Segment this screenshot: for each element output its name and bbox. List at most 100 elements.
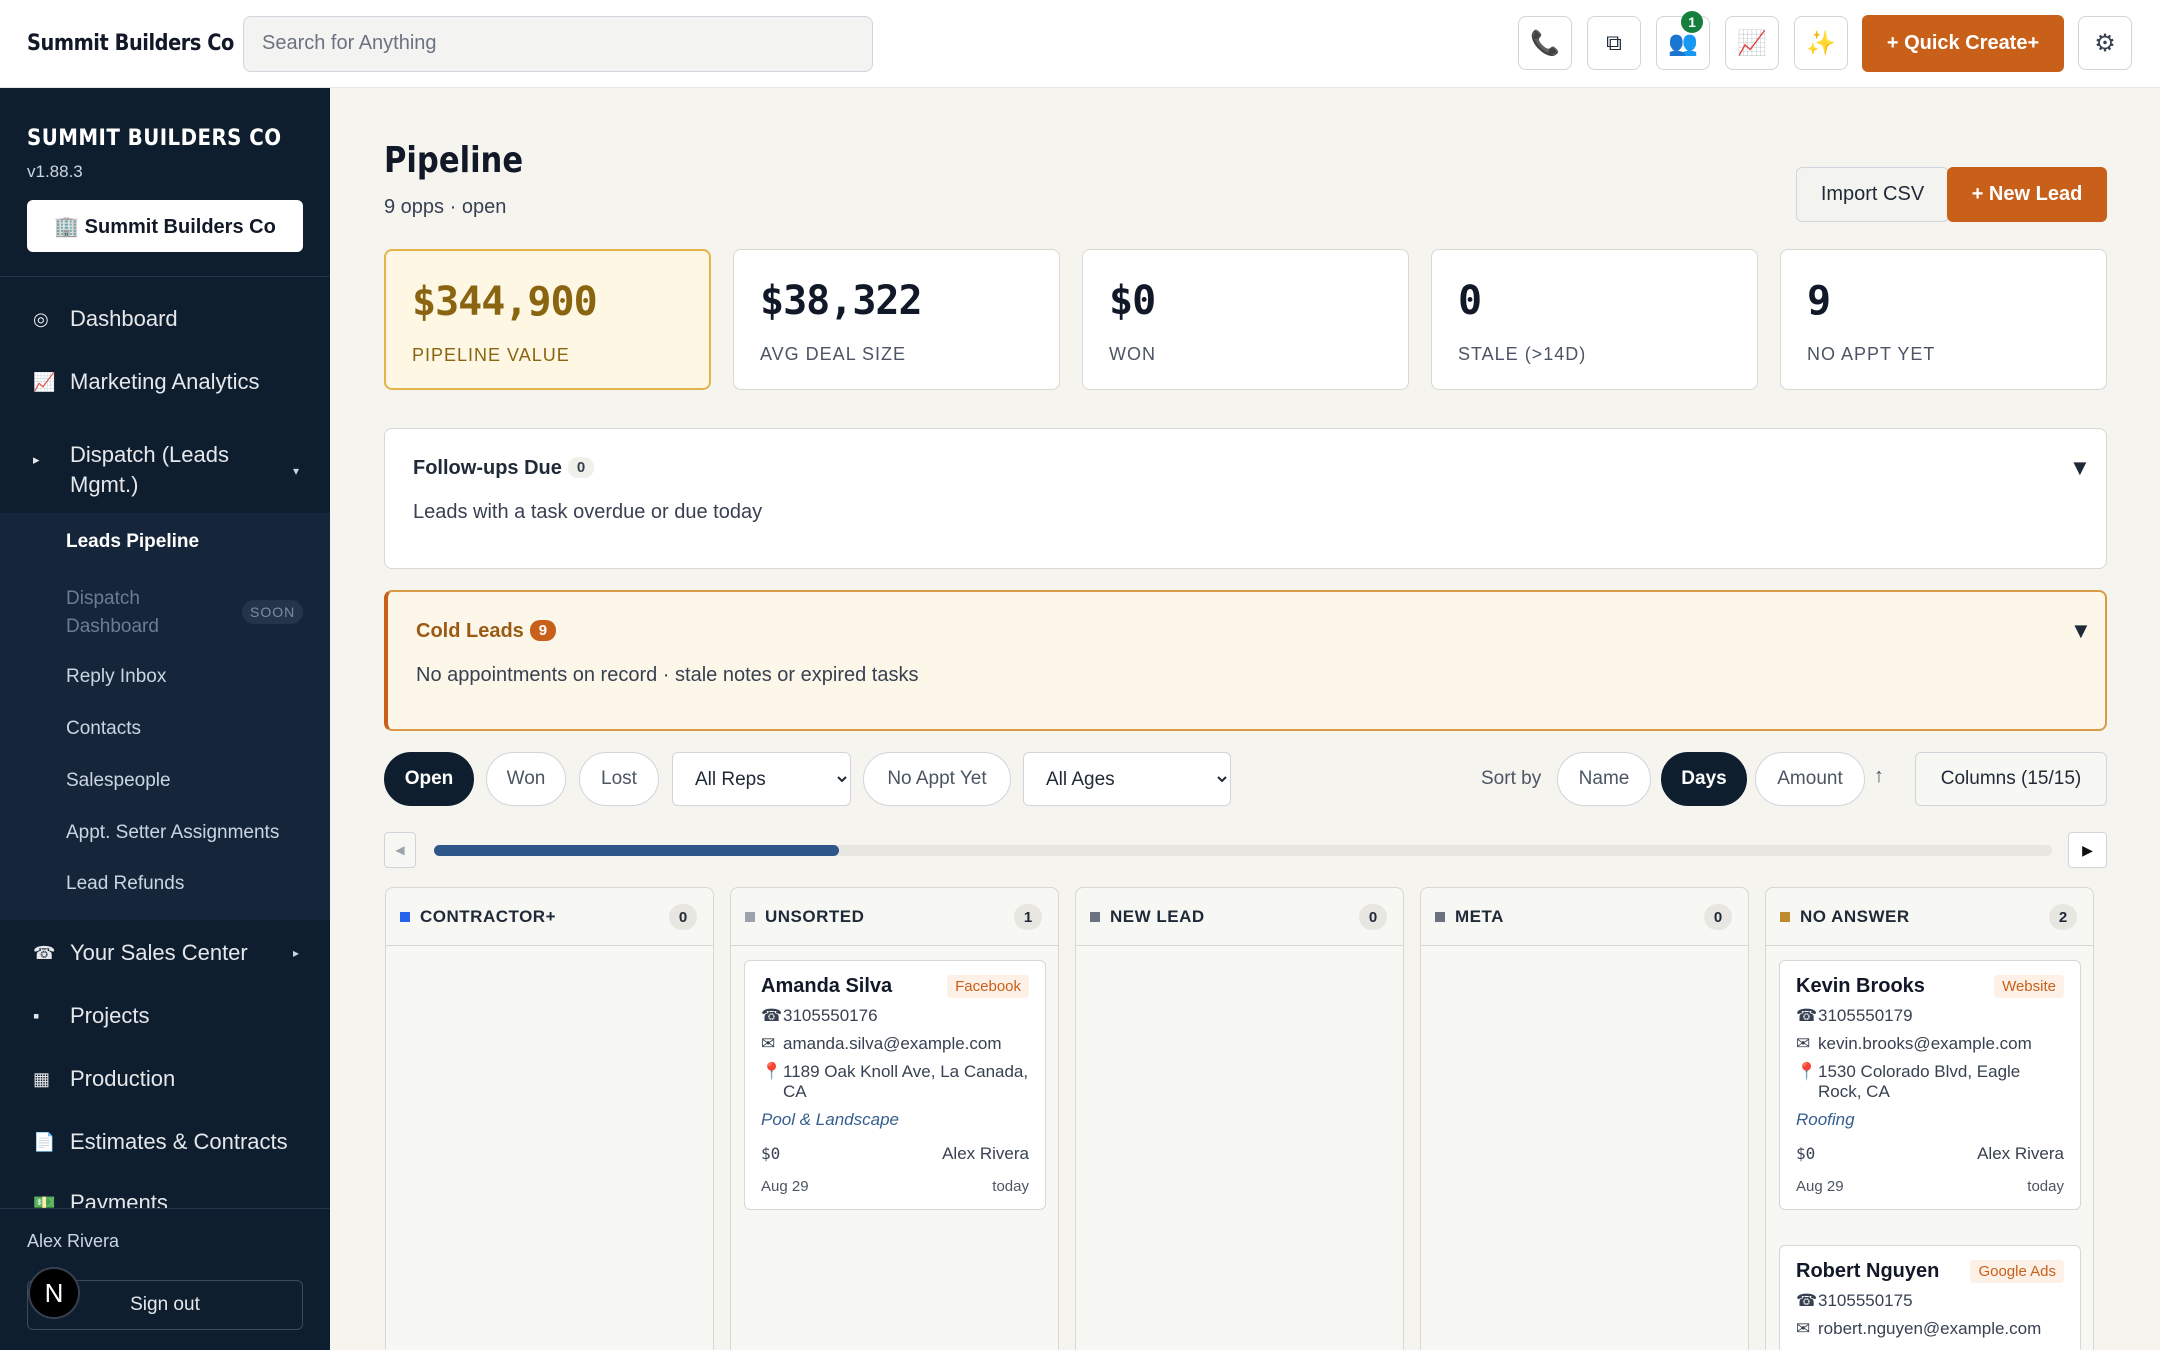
ages-select[interactable]: All Ages bbox=[1023, 752, 1231, 806]
collapse-toggle-icon[interactable]: ▼ bbox=[2069, 455, 2091, 481]
phone-icon: ☎ bbox=[761, 1006, 783, 1025]
board-scrollbar[interactable] bbox=[434, 845, 2052, 856]
collapse-toggle-icon[interactable]: ▼ bbox=[2070, 618, 2092, 644]
sidebar-item-production[interactable]: ▦ Production bbox=[0, 1066, 330, 1092]
phone-icon: 📞 bbox=[1530, 29, 1560, 57]
lead-email[interactable]: ✉ kevin.brooks@example.com bbox=[1796, 1034, 2064, 1054]
lead-date-row: Aug 29 today bbox=[761, 1178, 1029, 1195]
dispatch-submenu bbox=[0, 513, 330, 920]
sidebar-item-sales-center[interactable]: ☎ Your Sales Center bbox=[0, 940, 330, 966]
column-header: UNSORTED 1 bbox=[731, 888, 1058, 946]
sidebar-subitem-contacts[interactable]: Contacts bbox=[66, 718, 141, 740]
lead-phone[interactable]: ☎ 3105550175 bbox=[1796, 1291, 2064, 1311]
sort-name[interactable]: Name bbox=[1557, 752, 1651, 806]
lead-date-row: Aug 29 today bbox=[1796, 1178, 2064, 1195]
lead-amount-row: $0 Alex Rivera bbox=[761, 1144, 1029, 1164]
column-count: 2 bbox=[2049, 904, 2077, 930]
sidebar-item-dispatch[interactable]: ▸ Dispatch (Leads Mgmt.) bbox=[0, 440, 330, 500]
sort-direction-icon[interactable]: ↑ bbox=[1874, 765, 1884, 788]
stat-label: STALE (>14D) bbox=[1458, 344, 1587, 364]
stat-stale: 0 STALE (>14D) bbox=[1431, 249, 1758, 390]
pipeline-column-new-lead: NEW LEAD 0 bbox=[1075, 887, 1404, 1350]
pipeline-column-contractor: CONTRACTOR+ 0 bbox=[385, 887, 714, 1350]
team-button[interactable]: 👥 1 bbox=[1656, 11, 1710, 70]
windows-button[interactable]: ⧉ bbox=[1587, 16, 1641, 70]
settings-button[interactable]: ⚙ bbox=[2078, 16, 2132, 70]
sidebar-item-estimates[interactable]: 📄 Estimates & Contracts bbox=[0, 1129, 330, 1155]
lead-phone[interactable]: ☎ 3105550176 bbox=[761, 1006, 1029, 1026]
lead-email[interactable]: ✉ amanda.silva@example.com bbox=[761, 1034, 1029, 1054]
stat-won: $0 WON bbox=[1082, 249, 1409, 390]
cold-leads-panel[interactable]: Cold Leads 9 No appointments on record · … bbox=[384, 590, 2107, 731]
filter-won[interactable]: Won bbox=[486, 752, 566, 806]
stat-label: PIPELINE VALUE bbox=[412, 345, 570, 365]
followups-panel[interactable]: Follow-ups Due 0 Leads with a task overdu… bbox=[384, 428, 2107, 569]
lead-phone-text: 3105550175 bbox=[1818, 1291, 1913, 1310]
lead-address: 📍 1530 Colorado Blvd, Eagle Rock, CA bbox=[1796, 1062, 2064, 1102]
lead-phone[interactable]: ☎ 3105550179 bbox=[1796, 1006, 2064, 1026]
column-header: NEW LEAD 0 bbox=[1076, 888, 1403, 946]
org-switcher-button[interactable]: 🏢 Summit Builders Co bbox=[27, 200, 303, 252]
pipeline-column-meta: META 0 bbox=[1420, 887, 1749, 1350]
sidebar-subitem-leads-pipeline[interactable]: Leads Pipeline bbox=[66, 531, 199, 553]
column-title: UNSORTED bbox=[765, 906, 865, 926]
lead-card[interactable]: Amanda Silva Facebook ☎ 3105550176 ✉ amand… bbox=[744, 960, 1046, 1210]
avatar[interactable]: N bbox=[28, 1267, 80, 1319]
quick-create-button[interactable]: + Quick Create+ bbox=[1862, 15, 2064, 72]
analytics-button[interactable]: 📈 bbox=[1725, 16, 1779, 70]
followups-title-text: Follow-ups Due bbox=[413, 457, 562, 479]
column-header: META 0 bbox=[1421, 888, 1748, 946]
stat-value: $38,322 bbox=[760, 278, 923, 324]
toolbar-icons: 📞 ⧉ 👥 1 📈 ✨ bbox=[1518, 11, 1848, 70]
reps-select[interactable]: All Reps bbox=[672, 752, 851, 806]
phone-icon: ☎ bbox=[1796, 1291, 1818, 1310]
followups-count: 0 bbox=[567, 457, 595, 478]
stat-value: $0 bbox=[1109, 278, 1156, 324]
sidebar-item-projects[interactable]: ▪ Projects bbox=[0, 1003, 330, 1029]
filter-open[interactable]: Open bbox=[384, 752, 474, 806]
scroll-left-button[interactable]: ◀ bbox=[384, 832, 416, 868]
phone-button[interactable]: 📞 bbox=[1518, 16, 1572, 70]
lead-email-text: amanda.silva@example.com bbox=[783, 1034, 1002, 1053]
app-version: v1.88.3 bbox=[27, 162, 83, 181]
sidebar-subitem-lead-refunds[interactable]: Lead Refunds bbox=[66, 873, 184, 895]
scrollbar-thumb[interactable] bbox=[434, 845, 839, 856]
cold-leads-count: 9 bbox=[529, 620, 557, 641]
stat-avg-deal-size: $38,322 AVG DEAL SIZE bbox=[733, 249, 1060, 390]
new-lead-button[interactable]: + New Lead bbox=[1947, 167, 2107, 222]
lead-rep: Alex Rivera bbox=[1977, 1144, 2064, 1163]
lead-phone-text: 3105550176 bbox=[783, 1006, 878, 1025]
sidebar-subitem-salespeople[interactable]: Salespeople bbox=[66, 770, 171, 792]
import-csv-button[interactable]: Import CSV bbox=[1796, 167, 1949, 222]
lead-service: Roofing bbox=[1796, 1110, 1855, 1129]
copy-windows-icon: ⧉ bbox=[1606, 30, 1622, 55]
column-color-swatch bbox=[1780, 911, 1790, 922]
brand-name: Summit Builders Co bbox=[27, 31, 234, 56]
sort-days[interactable]: Days bbox=[1661, 752, 1747, 806]
lead-email-text: robert.nguyen@example.com bbox=[1818, 1319, 2042, 1338]
column-title: META bbox=[1455, 906, 1504, 926]
pipeline-column-unsorted: UNSORTED 1 Amanda Silva Facebook ☎ 3105550… bbox=[730, 887, 1059, 1350]
cold-leads-description: No appointments on record · stale notes … bbox=[416, 664, 919, 686]
chart-icon: 📈 bbox=[1737, 29, 1767, 57]
search-input[interactable] bbox=[243, 15, 873, 72]
filter-no-appt[interactable]: No Appt Yet bbox=[863, 752, 1011, 806]
lead-card[interactable]: Robert Nguyen Google Ads ☎ 3105550175 ✉ ro… bbox=[1779, 1245, 2081, 1350]
column-header: CONTRACTOR+ 0 bbox=[386, 888, 713, 946]
lead-date: Aug 29 bbox=[1796, 1178, 1844, 1195]
filter-lost[interactable]: Lost bbox=[579, 752, 659, 806]
sidebar-item-label: Projects bbox=[70, 1003, 150, 1028]
sidebar-title: SUMMIT BUILDERS CO bbox=[27, 126, 282, 151]
sidebar-item-marketing-analytics[interactable]: 📈 Marketing Analytics bbox=[0, 369, 330, 395]
sidebar-subitem-appt-setter[interactable]: Appt. Setter Assignments bbox=[66, 822, 279, 844]
column-count: 1 bbox=[1014, 904, 1042, 930]
telephone-icon: ☎ bbox=[33, 942, 56, 963]
lead-email[interactable]: ✉ robert.nguyen@example.com bbox=[1796, 1319, 2064, 1339]
lead-card[interactable]: Kevin Brooks Website ☎ 3105550179 ✉ kevin.… bbox=[1779, 960, 2081, 1210]
columns-button[interactable]: Columns (15/15) bbox=[1915, 752, 2107, 806]
sidebar-item-dashboard[interactable]: ◎ Dashboard bbox=[0, 306, 330, 332]
sidebar-subitem-reply-inbox[interactable]: Reply Inbox bbox=[66, 666, 166, 688]
sort-amount[interactable]: Amount bbox=[1755, 752, 1865, 806]
scroll-right-button[interactable]: ▶ bbox=[2068, 832, 2107, 868]
ai-button[interactable]: ✨ bbox=[1794, 16, 1848, 70]
